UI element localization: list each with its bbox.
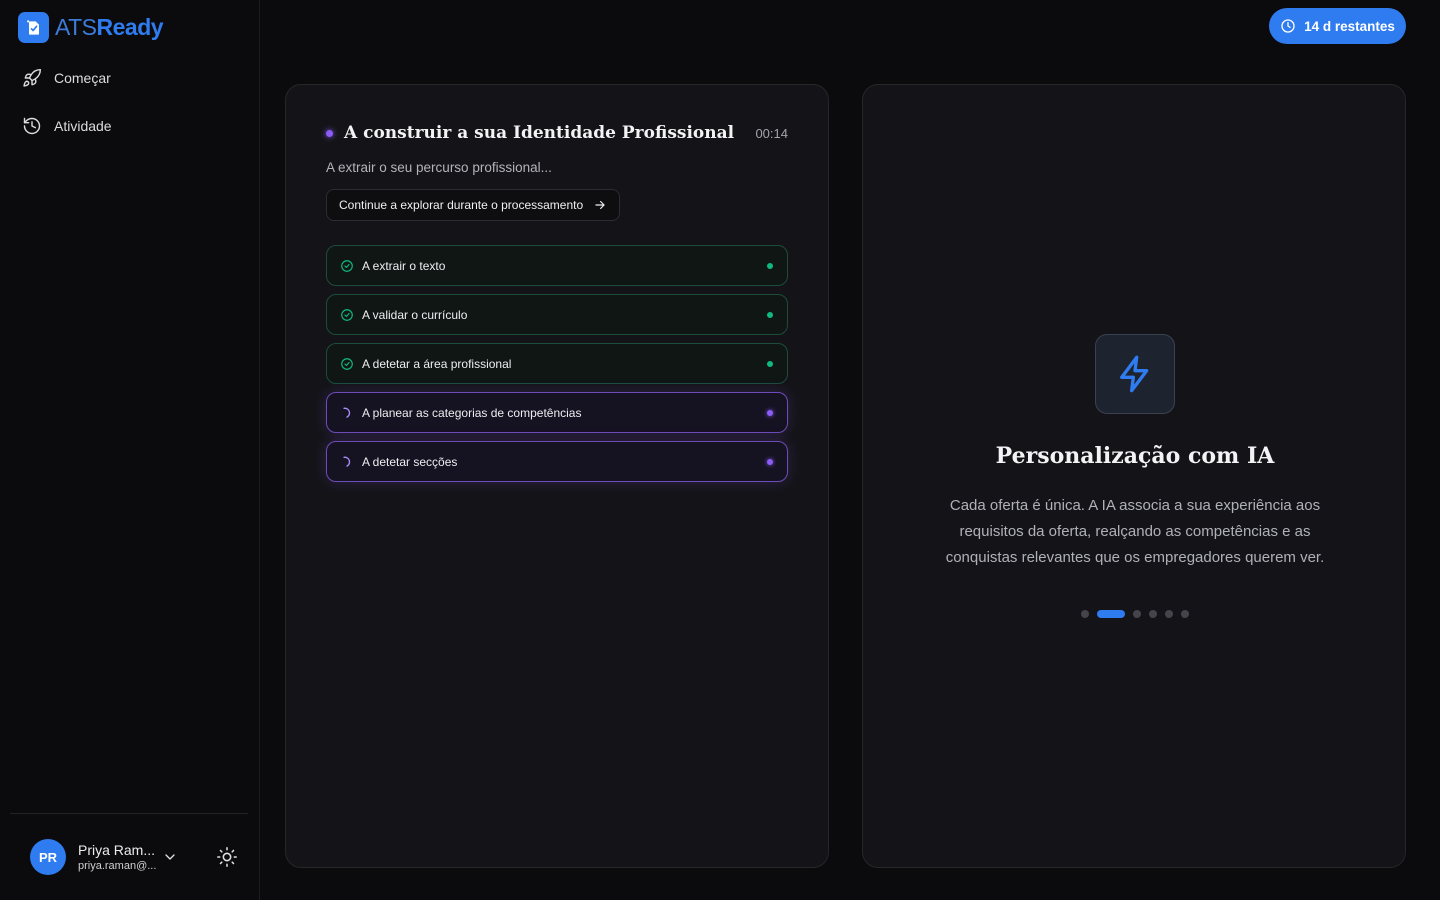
processing-steps: A extrair o texto A validar o currículo … bbox=[326, 245, 788, 490]
brand-logo[interactable]: ATSReady bbox=[18, 12, 164, 43]
sidebar-item-atividade[interactable]: Atividade bbox=[14, 108, 246, 144]
carousel-dot-3[interactable] bbox=[1133, 610, 1141, 618]
step-item: A detetar secções bbox=[326, 441, 788, 482]
feature-carousel-card: Personalização com IA Cada oferta é únic… bbox=[862, 84, 1406, 868]
continue-exploring-button[interactable]: Continue a explorar durante o processame… bbox=[326, 189, 621, 221]
processing-card: A construir a sua Identidade Profissiona… bbox=[285, 84, 829, 868]
rocket-icon bbox=[23, 68, 42, 87]
step-item: A planear as categorias de competências bbox=[326, 392, 788, 433]
brand-part-1: ATS bbox=[55, 14, 97, 40]
sidebar-item-label: Começar bbox=[54, 70, 111, 86]
clock-icon bbox=[1281, 19, 1295, 33]
carousel-dot-2[interactable] bbox=[1097, 610, 1125, 618]
spinner-icon bbox=[343, 407, 351, 418]
carousel-dot-6[interactable] bbox=[1181, 610, 1189, 618]
step-status-dot bbox=[767, 311, 773, 318]
user-email: priya.raman@... bbox=[78, 860, 157, 872]
step-status-dot bbox=[767, 262, 773, 269]
check-circle-icon bbox=[341, 308, 353, 321]
brand-part-2: Ready bbox=[96, 14, 164, 40]
feature-description: Cada oferta é única. A IA associa a sua … bbox=[945, 497, 1325, 566]
step-label: A detetar secções bbox=[362, 454, 458, 469]
step-label: A validar o currículo bbox=[362, 307, 468, 322]
step-status-dot bbox=[767, 458, 773, 465]
app-root: ATSReady Começar Atividade PR Priya Ram.… bbox=[0, 0, 1440, 900]
step-label: A planear as categorias de competências bbox=[362, 405, 582, 420]
sidebar-item-comecar[interactable]: Começar bbox=[14, 60, 246, 96]
avatar: PR bbox=[30, 839, 66, 875]
processing-subtitle: A extrair o seu percurso profissional... bbox=[326, 160, 552, 175]
step-label: A detetar a área profissional bbox=[362, 356, 512, 371]
sidebar-nav: Começar Atividade bbox=[14, 60, 246, 156]
chevron-down-icon[interactable] bbox=[162, 849, 178, 865]
sun-icon[interactable] bbox=[216, 846, 238, 868]
trial-label: 14 d restantes bbox=[1304, 18, 1395, 34]
feature-icon-tile bbox=[1095, 334, 1175, 414]
processing-title: A construir a sua Identidade Profissiona… bbox=[344, 123, 735, 143]
carousel-dot-1[interactable] bbox=[1081, 610, 1089, 618]
check-circle-icon bbox=[341, 357, 353, 370]
check-circle-icon bbox=[341, 259, 353, 272]
history-icon bbox=[23, 117, 41, 135]
processing-timer: 00:14 bbox=[755, 125, 788, 141]
sidebar-divider bbox=[10, 813, 248, 814]
lightning-icon bbox=[1120, 355, 1149, 393]
logo-icon bbox=[18, 12, 49, 43]
continue-label: Continue a explorar durante o processame… bbox=[339, 198, 584, 212]
sidebar: ATSReady Começar Atividade PR Priya Ram.… bbox=[0, 0, 260, 900]
sidebar-item-label: Atividade bbox=[54, 118, 112, 134]
user-info: Priya Ram... priya.raman@... bbox=[78, 842, 158, 872]
trial-remaining-button[interactable]: 14 d restantes bbox=[1269, 8, 1406, 44]
user-menu[interactable]: PR Priya Ram... priya.raman@... bbox=[30, 838, 240, 876]
carousel-dot-5[interactable] bbox=[1165, 610, 1173, 618]
spinner-icon bbox=[343, 456, 351, 467]
step-item: A detetar a área profissional bbox=[326, 343, 788, 384]
step-item: A extrair o texto bbox=[326, 245, 788, 286]
processing-header: A construir a sua Identidade Profissiona… bbox=[326, 123, 788, 143]
step-status-dot bbox=[767, 360, 773, 367]
step-status-dot bbox=[767, 409, 773, 416]
carousel-dot-4[interactable] bbox=[1149, 610, 1157, 618]
brand-name: ATSReady bbox=[55, 14, 164, 41]
feature-title: Personalização com IA bbox=[995, 443, 1275, 469]
carousel-pagination bbox=[863, 610, 1407, 618]
step-label: A extrair o texto bbox=[362, 258, 446, 273]
user-name: Priya Ram... bbox=[78, 842, 156, 858]
processing-indicator bbox=[326, 129, 333, 137]
step-item: A validar o currículo bbox=[326, 294, 788, 335]
arrow-right-icon bbox=[595, 200, 605, 210]
